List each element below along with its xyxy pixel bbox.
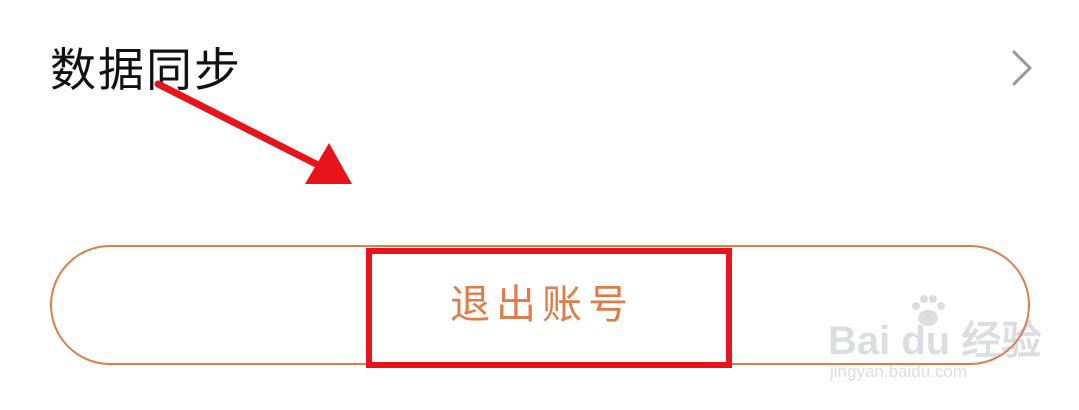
logout-button[interactable]: 退出账号 — [50, 245, 1030, 365]
logout-button-label: 退出账号 — [450, 282, 634, 328]
data-sync-label: 数据同步 — [50, 43, 242, 97]
data-sync-row[interactable]: 数据同步 — [0, 20, 1079, 120]
watermark-url: jingyan.baidu.com — [830, 362, 968, 381]
chevron-right-icon — [1012, 50, 1032, 86]
